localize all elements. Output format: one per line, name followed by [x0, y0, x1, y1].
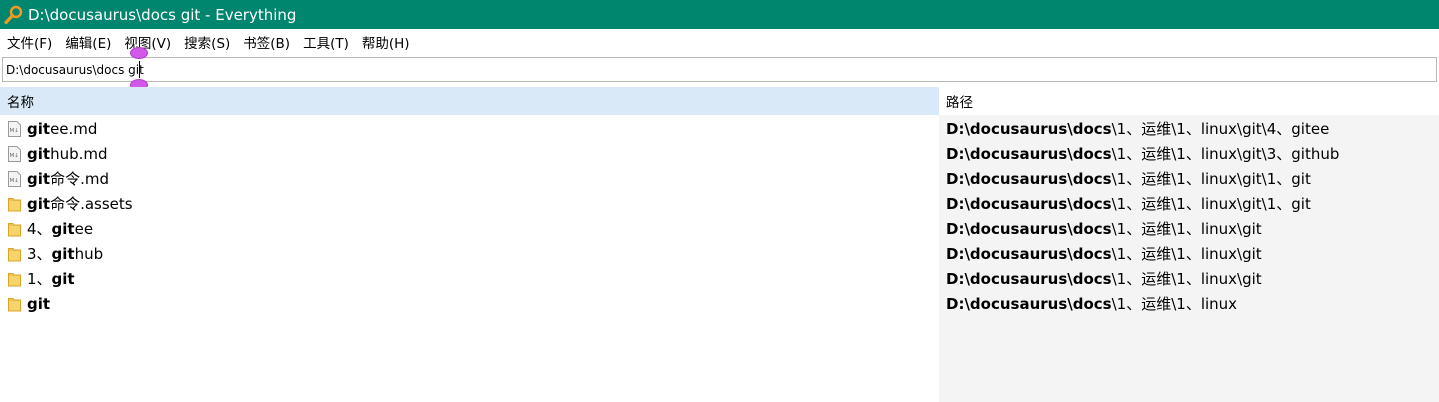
search-bar: D:\docusaurus\docs git — [0, 54, 1439, 85]
markdown-file-icon: M↓ — [8, 145, 21, 162]
table-row[interactable]: M↓ gitee.md — [0, 116, 939, 141]
folder-icon — [8, 221, 21, 237]
file-path: D:\docusaurus\docs \1、运维\1、linux\git\3、gi… — [946, 144, 1340, 164]
file-path: D:\docusaurus\docs \1、运维\1、linux\git\4、gi… — [946, 119, 1330, 139]
file-name: 1、git — [27, 270, 75, 288]
search-input[interactable]: D:\docusaurus\docs git — [2, 57, 1437, 82]
selection-handle-top[interactable] — [130, 47, 148, 59]
table-row[interactable]: git — [0, 291, 939, 316]
file-name: git命令.assets — [27, 195, 133, 213]
title-bar: D:\docusaurus\docs git - Everything — [0, 0, 1439, 29]
file-name: 4、gitee — [27, 220, 94, 238]
file-path: D:\docusaurus\docs \1、运维\1、linux\git — [946, 244, 1262, 264]
results-list: 名称 M↓ gitee.md M↓ github.md M↓ git命令.md git命令.… — [0, 87, 1439, 402]
magnifier-icon — [3, 4, 25, 26]
file-name: git — [27, 294, 51, 313]
markdown-file-icon: M↓ — [8, 170, 21, 187]
file-path: D:\docusaurus\docs \1、运维\1、linux\git\1、gi… — [946, 169, 1311, 189]
table-row[interactable]: M↓ github.md — [0, 141, 939, 166]
menu-help[interactable]: 帮助(H) — [362, 32, 410, 52]
file-name: git命令.md — [27, 170, 109, 188]
svg-text:M↓: M↓ — [10, 127, 19, 134]
folder-icon — [8, 246, 21, 262]
folder-icon — [8, 296, 21, 312]
menu-bar: 文件(F) 编辑(E) 视图(V) 搜索(S) 书签(B) 工具(T) 帮助(H… — [0, 29, 1439, 54]
column-header-name[interactable]: 名称 — [0, 87, 939, 115]
file-path: D:\docusaurus\docs \1、运维\1、linux\git\1、gi… — [946, 194, 1311, 214]
column-header-path[interactable]: 路径 — [939, 87, 1439, 115]
path-column: 路径 D:\docusaurus\docs \1、运维\1、linux\git\4… — [939, 87, 1439, 402]
table-row[interactable]: 3、github — [0, 241, 939, 266]
svg-text:M↓: M↓ — [10, 177, 19, 184]
text-cursor — [139, 61, 140, 78]
markdown-file-icon: M↓ — [8, 120, 21, 137]
window-title: D:\docusaurus\docs git - Everything — [28, 5, 297, 24]
file-name: gitee.md — [27, 119, 98, 138]
table-row[interactable]: git命令.assets — [0, 191, 939, 216]
table-row[interactable]: 1、git — [0, 266, 939, 291]
file-name: 3、github — [27, 245, 104, 263]
name-column: 名称 M↓ gitee.md M↓ github.md M↓ git命令.md git命令.… — [0, 87, 939, 402]
file-path: D:\docusaurus\docs \1、运维\1、linux — [946, 294, 1238, 314]
menu-file[interactable]: 文件(F) — [7, 32, 52, 52]
file-path: D:\docusaurus\docs \1、运维\1、linux\git — [946, 269, 1262, 289]
menu-tools[interactable]: 工具(T) — [303, 32, 349, 52]
menu-bookmarks[interactable]: 书签(B) — [243, 32, 290, 52]
folder-icon — [8, 271, 21, 287]
menu-edit[interactable]: 编辑(E) — [65, 32, 111, 52]
file-path: D:\docusaurus\docs \1、运维\1、linux\git — [946, 219, 1262, 239]
menu-search[interactable]: 搜索(S) — [184, 32, 230, 52]
table-row[interactable]: 4、gitee — [0, 216, 939, 241]
file-name: github.md — [27, 144, 108, 163]
table-row[interactable]: M↓ git命令.md — [0, 166, 939, 191]
folder-icon — [8, 196, 21, 212]
svg-text:M↓: M↓ — [10, 152, 19, 159]
